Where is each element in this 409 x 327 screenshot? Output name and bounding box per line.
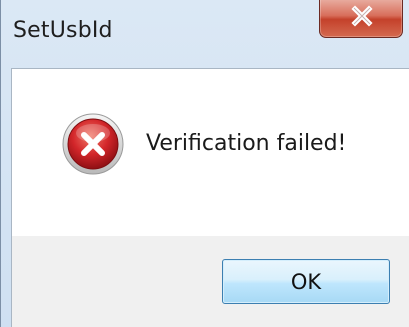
error-icon [62, 113, 124, 175]
close-button[interactable] [319, 0, 403, 38]
window-title: SetUsbId [13, 18, 113, 43]
title-bar[interactable]: SetUsbId [1, 0, 409, 68]
error-message: Verification failed! [146, 131, 347, 156]
close-icon [351, 5, 373, 27]
message-box-window: SetUsbId Verification failed! OK [0, 0, 409, 327]
dialog-client-area: Verification failed! OK [11, 68, 409, 327]
ok-button[interactable]: OK [222, 259, 390, 304]
message-area: Verification failed! [12, 69, 409, 236]
